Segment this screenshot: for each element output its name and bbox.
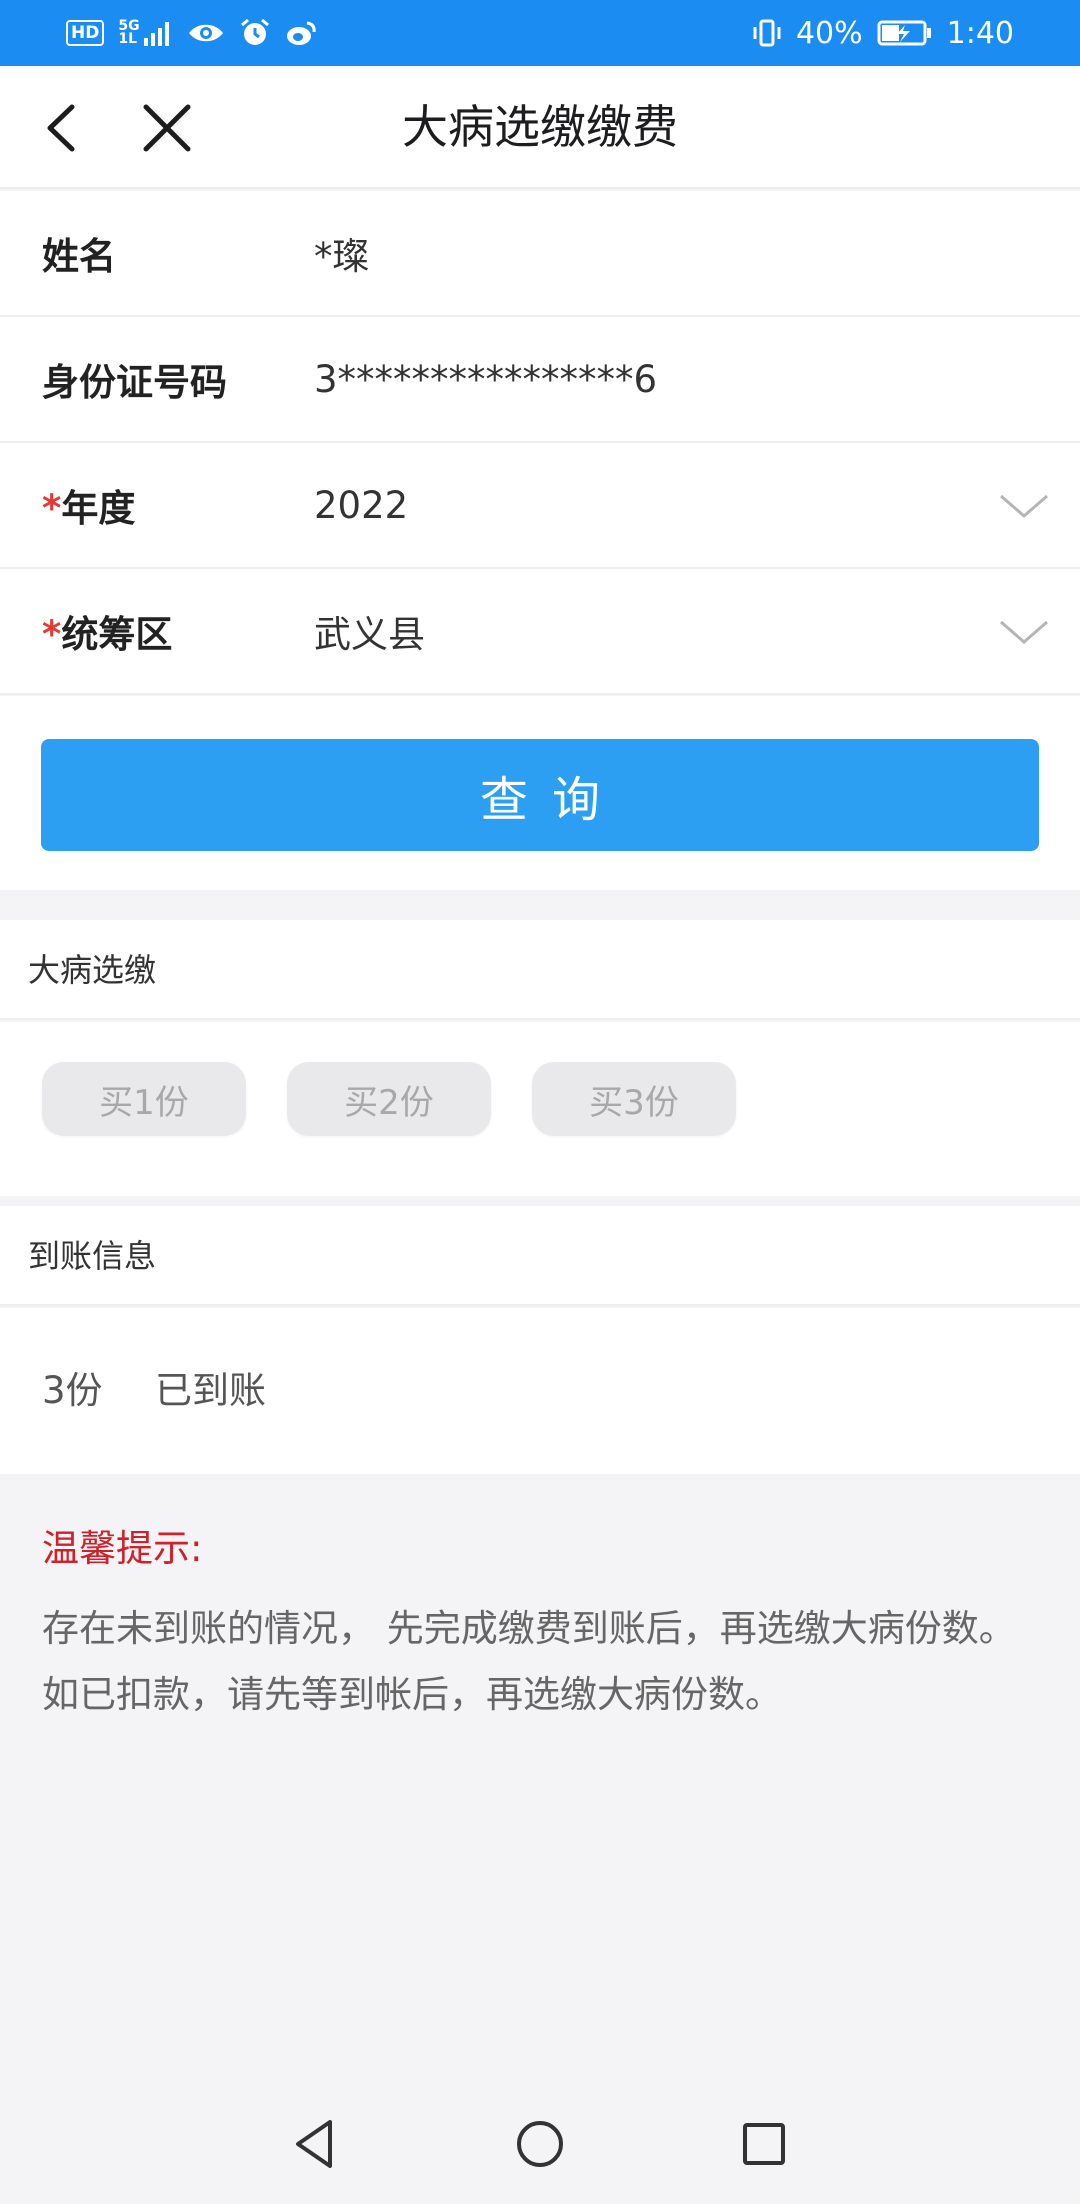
name-label: 姓名 — [42, 235, 116, 278]
battery-charging-icon — [877, 19, 933, 47]
clock-time: 1:40 — [946, 15, 1014, 51]
arrival-info: 3份 已到账 — [0, 1308, 1080, 1474]
year-value: 2022 — [314, 483, 409, 527]
battery-percent: 40% — [795, 15, 863, 51]
id-number-label: 身份证号码 — [42, 361, 227, 404]
arrival-count: 3份 — [42, 1369, 103, 1412]
chevron-down-icon — [1000, 620, 1048, 644]
required-mark: * — [42, 613, 62, 656]
id-number-value: 3****************6 — [314, 357, 658, 401]
required-mark: * — [42, 487, 62, 530]
nav-back-button[interactable] — [284, 2112, 348, 2176]
buy-3-share-button[interactable]: 买3份 — [532, 1062, 736, 1136]
share-options: 买1份 买2份 买3份 — [0, 1022, 1080, 1196]
nav-home-button[interactable] — [508, 2112, 572, 2176]
buy-2-share-button[interactable]: 买2份 — [287, 1062, 491, 1136]
chevron-down-icon — [1000, 494, 1048, 518]
nav-recent-button[interactable] — [732, 2112, 796, 2176]
triangle-back-icon — [296, 2120, 332, 2168]
hd-icon: HD — [66, 20, 105, 46]
arrival-section-title: 到账信息 — [0, 1206, 1080, 1306]
name-value: *璨 — [314, 235, 370, 278]
signal-icon: 5G 1L — [118, 19, 172, 47]
query-button[interactable]: 查询 — [41, 739, 1039, 851]
year-select[interactable]: *年度 2022 — [0, 443, 1080, 569]
eye-icon — [187, 20, 225, 46]
region-select[interactable]: *统筹区 武义县 — [0, 569, 1080, 695]
year-label: 年度 — [61, 487, 136, 530]
name-row: 姓名 *璨 — [0, 191, 1080, 317]
id-number-row: 身份证号码 3****************6 — [0, 317, 1080, 443]
status-bar-left: HD 5G 1L — [66, 17, 317, 49]
system-nav-bar — [0, 2084, 1080, 2204]
app-header: 大病选缴缴费 — [0, 66, 1080, 189]
vibrate-icon — [752, 18, 782, 48]
region-value: 武义县 — [314, 613, 425, 656]
status-bar-right: 40% 1:40 — [752, 16, 1014, 51]
query-area: 查询 — [0, 696, 1080, 890]
region-label-wrap: *统筹区 — [42, 604, 172, 658]
buy-1-share-button[interactable]: 买1份 — [42, 1062, 246, 1136]
info-form: 姓名 *璨 身份证号码 3****************6 *年度 2022 … — [0, 191, 1080, 695]
status-bar: HD 5G 1L 40% 1:40 — [0, 0, 1080, 66]
page-title: 大病选缴缴费 — [402, 100, 678, 154]
year-label-wrap: *年度 — [42, 478, 135, 532]
tips-body: 存在未到账的情况， 先完成缴费到账后，再选缴大病份数。如已扣款，请先等到帐后，再… — [42, 1607, 1016, 1716]
tips-title: 温馨提示: — [42, 1527, 203, 1570]
alarm-icon — [239, 17, 271, 49]
select-section-title: 大病选缴 — [0, 920, 1080, 1020]
network-sub-label: 1L — [118, 31, 138, 47]
square-recent-icon — [743, 2123, 785, 2165]
weibo-icon — [285, 19, 317, 47]
circle-home-icon — [517, 2121, 563, 2167]
region-label: 统筹区 — [61, 613, 173, 656]
arrival-status: 已到账 — [155, 1369, 266, 1412]
